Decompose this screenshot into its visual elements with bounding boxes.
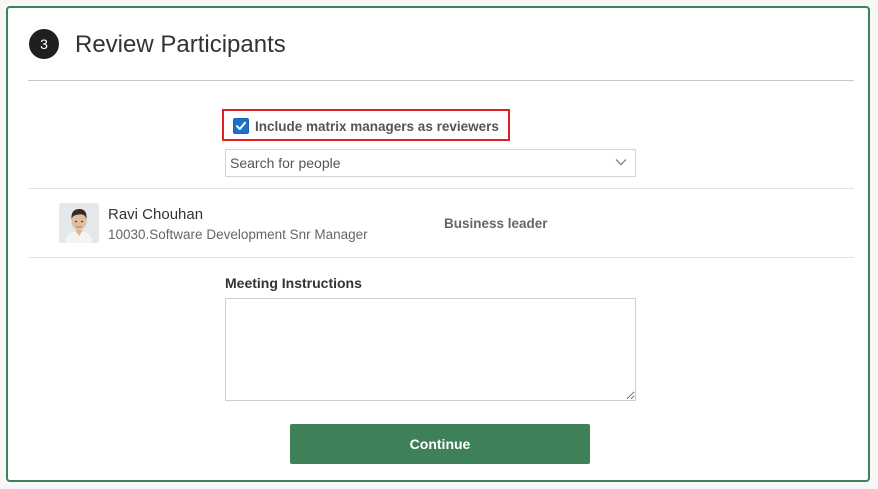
participant-job-title: 10030.Software Development Snr Manager <box>108 227 368 242</box>
participant-name: Ravi Chouhan <box>108 206 204 223</box>
section-divider <box>28 80 854 81</box>
participant-role: Business leader <box>444 216 548 231</box>
review-participants-panel: 3 Review Participants Include matrix man… <box>6 6 870 482</box>
section-title: Review Participants <box>75 31 286 58</box>
avatar <box>59 203 99 243</box>
checkmark-icon <box>236 121 246 130</box>
people-search-dropdown[interactable] <box>225 149 636 177</box>
continue-button[interactable]: Continue <box>290 424 590 464</box>
participant-divider-top <box>28 188 854 189</box>
meeting-instructions-label: Meeting Instructions <box>225 275 362 291</box>
include-matrix-managers-label[interactable]: Include matrix managers as reviewers <box>255 119 499 134</box>
participant-divider-bottom <box>28 257 854 258</box>
person-photo-icon <box>59 203 99 243</box>
search-input[interactable] <box>230 153 600 173</box>
meeting-instructions-textarea[interactable] <box>225 298 636 401</box>
step-number-badge: 3 <box>29 29 59 59</box>
chevron-down-icon[interactable] <box>615 158 627 166</box>
include-matrix-managers-checkbox[interactable] <box>233 118 249 134</box>
